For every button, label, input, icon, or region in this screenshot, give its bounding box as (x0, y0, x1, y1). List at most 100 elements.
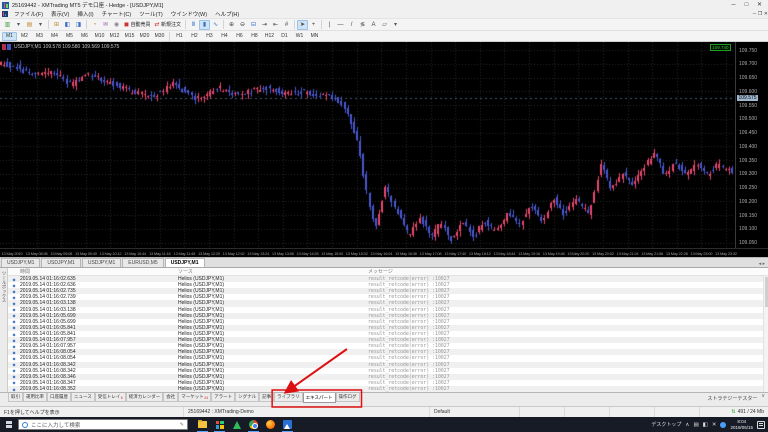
taskbar-browser-icon[interactable] (262, 417, 279, 432)
chart-tab-1[interactable]: USDJPY,M1 (41, 258, 80, 268)
taskbar-clock[interactable]: 8:04 2019/05/15 (730, 419, 753, 430)
chart-tab-4[interactable]: USDJPY,M1 (165, 258, 205, 268)
timeframe-h4[interactable]: H4 (217, 32, 232, 41)
menu-item-3[interactable]: チャート(C) (98, 10, 136, 18)
mail-button[interactable]: ✉ (100, 20, 111, 30)
strategy-tester-chevron-icon[interactable]: ∨ (761, 393, 768, 399)
timeframe-m2[interactable]: M2 (17, 32, 32, 41)
new-order-button[interactable]: ⇄新規注文 (153, 20, 184, 30)
zoom-out-button[interactable]: ⊖ (237, 20, 248, 30)
tab-trade[interactable]: 取引 (8, 393, 23, 402)
timeframe-h1[interactable]: H1 (172, 32, 187, 41)
taskbar-search-input[interactable]: ここに入力して検索 ✎ (18, 419, 188, 430)
vline-button[interactable]: | (324, 20, 335, 30)
tab-exposure[interactable]: 運用比率 (23, 393, 47, 402)
chart-close-button[interactable]: ✕ (764, 11, 768, 17)
timeframe-w1[interactable]: W1 (292, 32, 307, 41)
menu-item-4[interactable]: ツール(T) (135, 10, 167, 18)
timeframe-h12[interactable]: H12 (262, 32, 277, 41)
candles-chart-button[interactable]: ▮ (199, 20, 210, 30)
timeframe-h6[interactable]: H6 (232, 32, 247, 41)
trendline-button[interactable]: / (346, 20, 357, 30)
community-button[interactable]: ◉ (111, 20, 122, 30)
tab-history[interactable]: 口座履歴 (47, 393, 71, 402)
chart-tab-2[interactable]: USDJPY,M1 (82, 258, 121, 268)
log-row[interactable]: ◆2019.05.14 01:16:08.352Helios (USDJPY,M… (8, 386, 768, 392)
market-watch-button[interactable]: ⊞ (51, 20, 62, 30)
column-time[interactable]: 時間 (8, 268, 178, 275)
crosshair-button[interactable]: + (308, 20, 319, 30)
time-axis[interactable]: 13 May 201913 May 08:3613 May 09:0813 Ma… (0, 248, 768, 257)
tab-market[interactable]: マーケット24 (178, 393, 211, 402)
price-axis[interactable]: 109.750109.700109.650109.600109.550109.5… (735, 42, 768, 248)
bars-chart-button[interactable]: ǁǀ (188, 20, 199, 30)
timeframe-mn[interactable]: MN (307, 32, 322, 41)
algo-trading-button[interactable]: ◼自動売買 (122, 20, 153, 30)
notification-center-icon[interactable] (757, 421, 765, 429)
timeframe-m5[interactable]: M5 (62, 32, 77, 41)
column-message[interactable]: メッセージ (368, 268, 768, 275)
maximize-button[interactable]: □ (740, 1, 753, 10)
menu-item-1[interactable]: 表示(V) (47, 10, 73, 18)
timeframe-m10[interactable]: M10 (92, 32, 107, 41)
minimize-button[interactable]: ─ (727, 1, 740, 10)
new-chart-button[interactable]: ▥ (2, 20, 13, 30)
close-button[interactable]: ✕ (753, 1, 766, 10)
timeframe-m1[interactable]: M1 (2, 32, 17, 41)
status-profile[interactable]: Default (430, 407, 520, 417)
tab-alerts[interactable]: アラート (211, 393, 235, 402)
toolbox-caption[interactable]: ツールボックス (0, 268, 8, 392)
start-button[interactable] (0, 417, 18, 432)
tab-company[interactable]: 会社 (163, 393, 178, 402)
timeframe-h3[interactable]: H3 (202, 32, 217, 41)
tile-windows-button[interactable]: ⊟ (248, 20, 259, 30)
text-button[interactable]: A (368, 20, 379, 30)
taskbar-drive-icon[interactable] (228, 417, 245, 432)
timeframe-m4[interactable]: M4 (47, 32, 62, 41)
auto-scroll-button[interactable]: ⇥ (259, 20, 270, 30)
tray-chevron-icon[interactable]: ∧ (685, 422, 689, 428)
tray-display-icon[interactable]: ◧ (703, 422, 708, 428)
column-source[interactable]: ソース (178, 268, 368, 275)
shapes-button[interactable]: ▱ (379, 20, 390, 30)
chart-tab-3[interactable]: EURUSD,M5 (122, 258, 163, 268)
candlestick-chart[interactable] (0, 42, 734, 248)
desktop-label[interactable]: デスクトップ (651, 421, 681, 428)
tab-news[interactable]: ニュース (71, 393, 95, 402)
timeframe-m3[interactable]: M3 (32, 32, 47, 41)
tray-folder-icon[interactable]: ▤ (693, 422, 698, 428)
navigator-button[interactable]: ◨ (73, 20, 84, 30)
tab-articles[interactable]: 記事 (259, 393, 274, 402)
data-window-button[interactable]: ◧ (62, 20, 73, 30)
tab-inbox[interactable]: 受信トレイ6 (95, 393, 126, 402)
grid-button[interactable]: # (281, 20, 292, 30)
menu-item-5[interactable]: ウインドウ(W) (167, 10, 211, 18)
arrows-dropdown[interactable]: ▾ (390, 20, 401, 30)
new-chart-dropdown[interactable]: ▾ (13, 20, 24, 30)
log-scrollbar[interactable] (763, 276, 768, 392)
timeframe-h2[interactable]: H2 (187, 32, 202, 41)
taskbar-store-icon[interactable] (211, 417, 228, 432)
timeframe-m12[interactable]: M12 (107, 32, 122, 41)
zoom-in-button[interactable]: ⊕ (226, 20, 237, 30)
chart-shift-button[interactable]: ⇤ (270, 20, 281, 30)
timeframe-m15[interactable]: M15 (122, 32, 137, 41)
profiles-button[interactable]: ▤ (24, 20, 35, 30)
timeframe-m6[interactable]: M6 (77, 32, 92, 41)
strategy-tester-caption[interactable]: ストラテジーテスター (707, 393, 761, 402)
menu-item-0[interactable]: ファイル(F) (10, 10, 47, 18)
chart-restore-button[interactable]: ❐ (758, 11, 762, 17)
fibonacci-button[interactable]: ≶ (357, 20, 368, 30)
line-chart-button[interactable]: ∿ (210, 20, 221, 30)
tab-signals[interactable]: シグナル (235, 393, 259, 402)
tab-library[interactable]: ライブラリ (274, 393, 303, 402)
profiles-dropdown[interactable]: ▾ (35, 20, 46, 30)
tray-app-icon[interactable] (720, 422, 726, 428)
hline-button[interactable]: — (335, 20, 346, 30)
cursor-button[interactable]: ➤ (297, 20, 308, 30)
chart-tab-0[interactable]: USDJPY,M1 (1, 258, 40, 268)
tab-experts[interactable]: エキスパート (303, 393, 336, 403)
tab-journal[interactable]: 操作ログ (336, 393, 360, 402)
history-center-button[interactable]: ◔ (89, 20, 100, 30)
taskbar-photos-icon[interactable] (279, 417, 296, 432)
